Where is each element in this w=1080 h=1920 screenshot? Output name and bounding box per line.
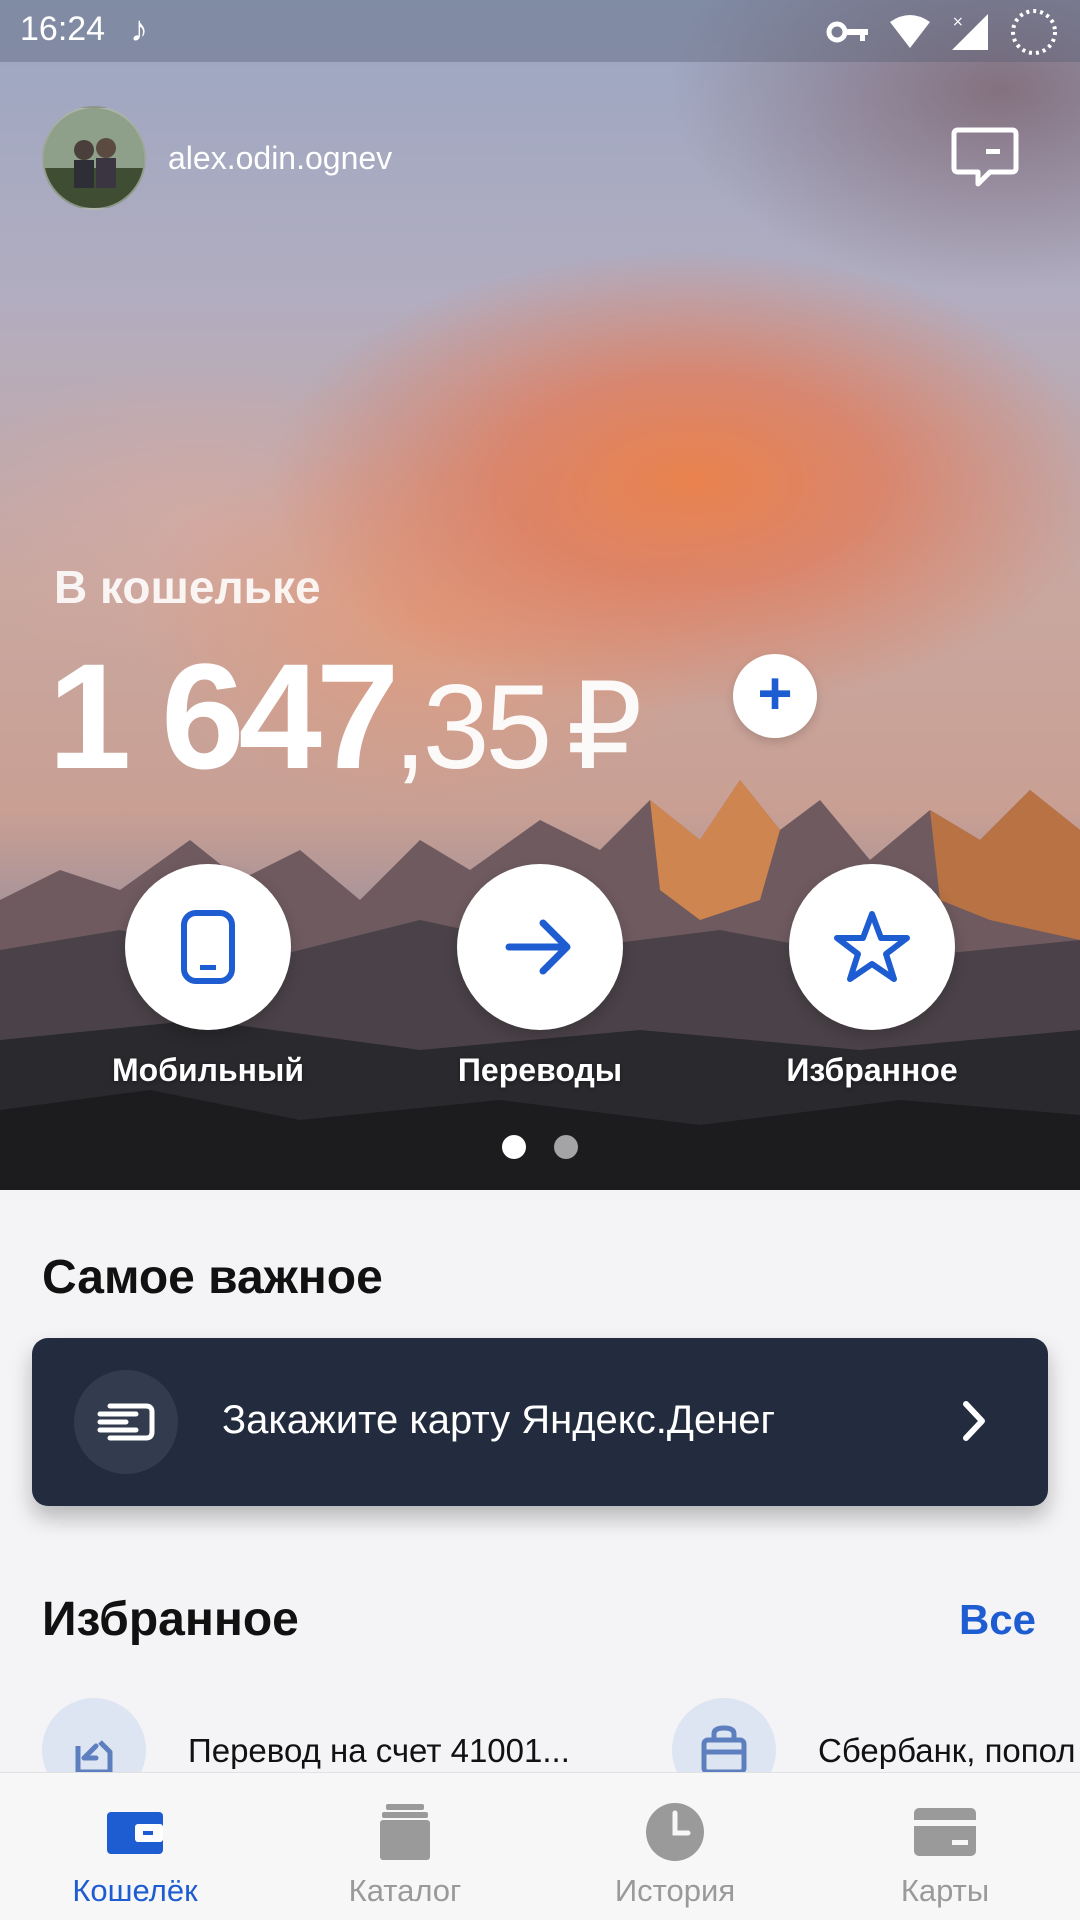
order-card-promo[interactable]: Закажите карту Яндекс.Денег [32, 1338, 1048, 1506]
favorite-label: Сбербанк, попол [818, 1732, 1076, 1769]
favorites-section-title: Избранное [42, 1593, 299, 1646]
important-section-title: Самое важное [42, 1251, 383, 1304]
wallet-label: В кошельке [54, 561, 321, 613]
tab-cards[interactable]: Карты [810, 1773, 1080, 1920]
action-transfers-label: Переводы [457, 1052, 623, 1088]
favorites-all-link[interactable]: Все [959, 1596, 1036, 1644]
promo-text: Закажите карту Яндекс.Денег [222, 1398, 776, 1442]
phone-icon [181, 910, 235, 984]
arrow-right-icon [505, 919, 571, 975]
tab-wallet-label: Кошелёк [72, 1873, 198, 1908]
status-bar: 16:24 ♪ × [0, 0, 1080, 62]
balance-amount: 1 647,35 ₽ [48, 630, 643, 803]
action-favorites-circle[interactable] [789, 864, 955, 1030]
transfer-icon [75, 1740, 113, 1775]
action-mobile[interactable]: Мобильный [108, 864, 308, 1089]
promo-icon-circle [74, 1370, 178, 1474]
username[interactable]: alex.odin.ognev [168, 140, 392, 177]
shopping-bag-icon [701, 1725, 747, 1775]
action-mobile-label: Мобильный [112, 1052, 304, 1088]
status-time: 16:24 [20, 10, 106, 48]
card-icon [914, 1808, 976, 1856]
clock-icon [646, 1803, 704, 1861]
vpn-key-icon [826, 21, 868, 43]
pager-dots [0, 1135, 1080, 1159]
currency-sign: ₽ [566, 660, 643, 794]
svg-text:×: × [952, 14, 964, 30]
card-icon [97, 1403, 155, 1441]
tab-catalog-label: Каталог [348, 1873, 462, 1908]
bottom-tab-bar: Кошелёк Каталог История Карты [0, 1772, 1080, 1920]
action-transfers[interactable]: Переводы [440, 864, 640, 1089]
signal-icon: × [952, 14, 988, 50]
action-mobile-circle[interactable] [125, 864, 291, 1030]
wallet-icon [107, 1812, 163, 1854]
loading-icon [1011, 9, 1057, 55]
tab-history[interactable]: История [540, 1773, 810, 1920]
balance-fraction: ,35 [393, 660, 552, 794]
music-app-icon: ♪ [130, 8, 148, 49]
tab-cards-label: Карты [900, 1873, 990, 1908]
pager-dot-1[interactable] [502, 1135, 526, 1159]
add-funds-button[interactable]: + [733, 654, 817, 738]
tab-history-label: История [614, 1873, 736, 1908]
catalog-icon [380, 1804, 430, 1860]
tab-wallet[interactable]: Кошелёк [0, 1773, 270, 1920]
action-transfers-circle[interactable] [457, 864, 623, 1030]
tab-catalog[interactable]: Каталог [270, 1773, 540, 1920]
avatar[interactable] [42, 106, 146, 210]
star-icon [834, 911, 910, 982]
action-favorites[interactable]: Избранное [772, 864, 972, 1089]
hero-banner: 16:24 ♪ × alex.odin.ognev В кошельке 1 6… [0, 0, 1080, 1190]
chevron-right-icon [963, 1401, 985, 1441]
wifi-icon [890, 15, 930, 48]
pager-dot-2[interactable] [554, 1135, 578, 1159]
chat-bubble-icon[interactable] [950, 122, 1020, 192]
action-favorites-label: Избранное [786, 1052, 958, 1088]
favorite-label: Перевод на счет 41001... [188, 1732, 570, 1769]
user-photo-avatar [44, 108, 144, 208]
balance-integer: 1 647 [48, 632, 399, 800]
